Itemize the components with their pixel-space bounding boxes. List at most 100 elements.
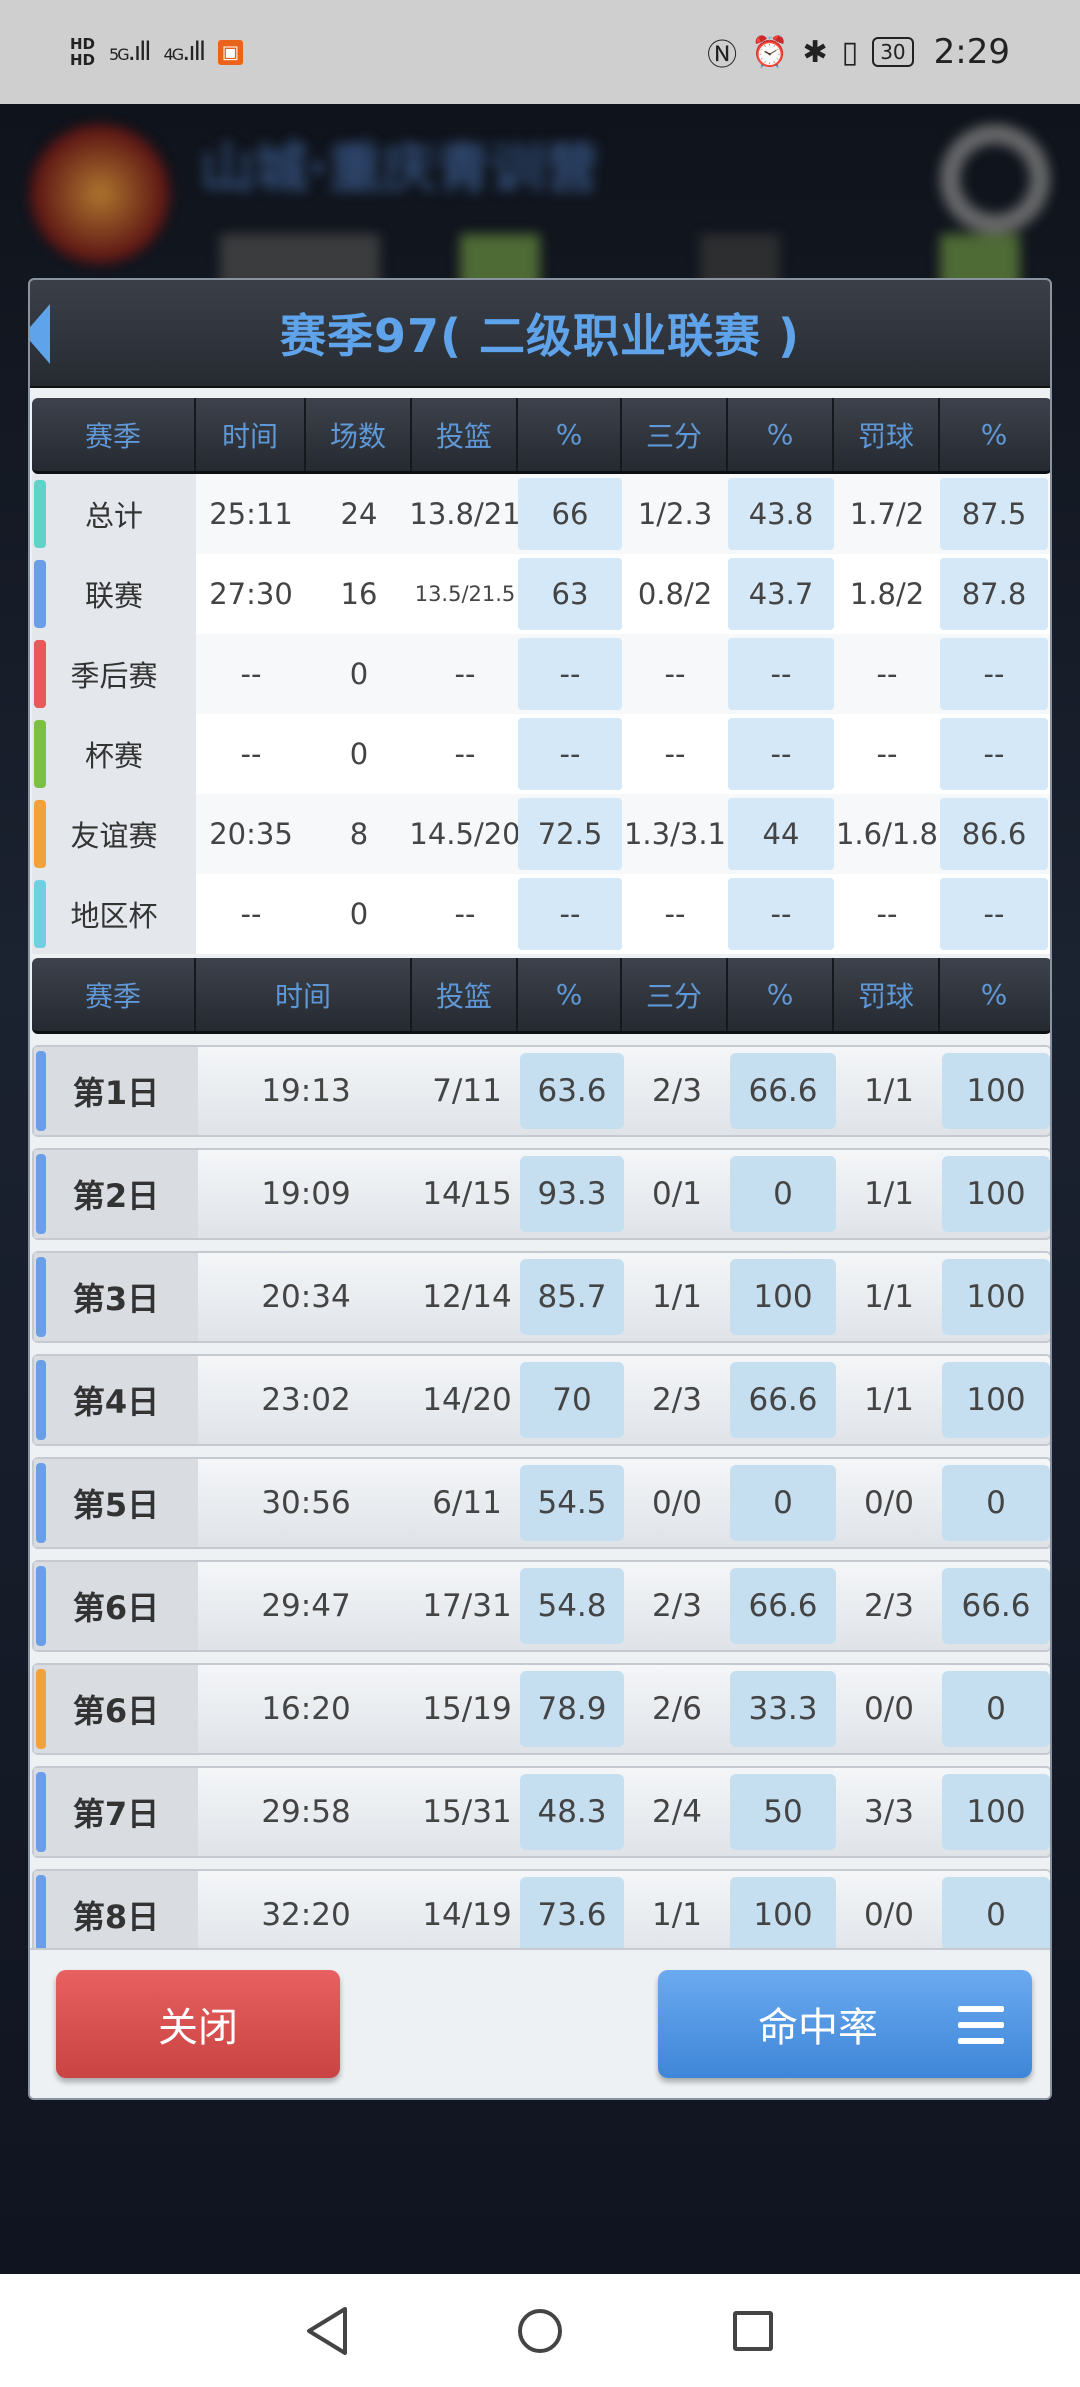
day-label: 第5日 [34, 1459, 198, 1547]
cell-three: 1.3/3.1 [623, 817, 726, 851]
cell-three: 0/0 [652, 1485, 702, 1521]
cell-fg: -- [454, 737, 476, 771]
cell-ft-pct: -- [940, 718, 1048, 790]
cell-ft-pct: -- [940, 638, 1048, 710]
daily-row[interactable]: 第6日 16:20 15/19 78.9 2/6 33.3 0/0 0 [32, 1663, 1050, 1755]
category-stripe [36, 1257, 46, 1337]
header-season: 赛季 [32, 958, 196, 1031]
cell-three-pct: 33.3 [730, 1671, 836, 1747]
cell-games: 0 [349, 657, 369, 691]
cell-fg: 14/20 [422, 1382, 512, 1418]
category-stripe [36, 1669, 46, 1749]
header-fg: 投篮 [412, 398, 518, 471]
row-label-text: 总计 [84, 499, 143, 533]
cell-ft-pct: 87.5 [940, 478, 1048, 550]
category-stripe [34, 800, 46, 868]
category-stripe [34, 480, 46, 548]
cell-time: 20:35 [209, 817, 293, 851]
cell-ft-pct: 87.8 [940, 558, 1048, 630]
header-season: 赛季 [32, 398, 196, 471]
row-label-text: 杯赛 [84, 739, 143, 773]
row-label-text: 友谊赛 [70, 819, 158, 853]
cell-ft: 0/0 [864, 1897, 914, 1933]
back-arrow-icon[interactable] [30, 304, 50, 364]
battery-icon: 30 [872, 37, 914, 67]
cell-three-pct: 0 [730, 1156, 836, 1232]
cell-fg-pct: 78.9 [520, 1671, 624, 1747]
row-label: 季后赛 [32, 634, 196, 714]
category-stripe [34, 880, 46, 948]
header-ft: 罚球 [834, 398, 940, 471]
summary-row: 季后赛 -- 0 -- -- -- -- -- -- [32, 634, 1050, 714]
row-label: 联赛 [32, 554, 196, 634]
cell-three: 2/4 [652, 1794, 702, 1830]
cell-three-pct: 43.8 [728, 478, 834, 550]
status-left: HD HD 5G.ıll 4G.ıll ▣ [70, 35, 244, 69]
nav-back-button[interactable] [297, 2301, 357, 2361]
summary-row: 地区杯 -- 0 -- -- -- -- -- -- [32, 874, 1050, 954]
daily-row[interactable]: 第1日 19:13 7/11 63.6 2/3 66.6 1/1 100 [32, 1045, 1050, 1137]
row-label-text: 联赛 [84, 579, 143, 613]
cell-fg: 13.8/21 [409, 497, 521, 531]
hit-rate-button[interactable]: 命中率 [658, 1970, 1032, 2078]
category-stripe [36, 1154, 46, 1234]
daily-row[interactable]: 第6日 29:47 17/31 54.8 2/3 66.6 2/3 66.6 [32, 1560, 1050, 1652]
day-label: 第8日 [34, 1871, 198, 1952]
cell-time: 30:56 [261, 1485, 351, 1521]
daily-row[interactable]: 第3日 20:34 12/14 85.7 1/1 100 1/1 100 [32, 1251, 1050, 1343]
recent-square-icon [733, 2310, 774, 2351]
header-three: 三分 [622, 958, 728, 1031]
daily-row[interactable]: 第8日 32:20 14/19 73.6 1/1 100 0/0 0 [32, 1869, 1050, 1952]
cell-fg: 15/31 [422, 1794, 512, 1830]
summary-row: 总计 25:11 24 13.8/21 66 1/2.3 43.8 1.7/2 87.5 [32, 474, 1050, 554]
signal-4g-icon: 4G.ıll [163, 37, 206, 67]
cell-three: 1/2.3 [637, 497, 713, 531]
cell-fg-pct: 66 [518, 478, 622, 550]
cell-games: 8 [349, 817, 369, 851]
cell-ft: 2/3 [864, 1588, 914, 1624]
cell-ft: 1/1 [864, 1073, 914, 1109]
cell-fg-pct: 63 [518, 558, 622, 630]
daily-row[interactable]: 第7日 29:58 15/31 48.3 2/4 50 3/3 100 [32, 1766, 1050, 1858]
cell-fg-pct: -- [518, 878, 622, 950]
header-three: 三分 [622, 398, 728, 471]
cell-time: 20:34 [261, 1279, 351, 1315]
row-label-text: 地区杯 [70, 899, 158, 933]
nav-home-button[interactable] [510, 2301, 570, 2361]
cell-three-pct: 100 [730, 1877, 836, 1952]
cell-time: 23:02 [261, 1382, 351, 1418]
daily-row[interactable]: 第2日 19:09 14/15 93.3 0/1 0 1/1 100 [32, 1148, 1050, 1240]
row-label-text: 季后赛 [70, 659, 158, 693]
hd-label-1: HD [70, 35, 96, 53]
cell-three: -- [664, 737, 686, 771]
category-stripe [34, 560, 46, 628]
nav-recent-button[interactable] [723, 2301, 783, 2361]
daily-row[interactable]: 第4日 23:02 14/20 70 2/3 66.6 1/1 100 [32, 1354, 1050, 1446]
cell-ft-pct: -- [940, 878, 1048, 950]
team-logo-icon [30, 124, 170, 264]
close-button[interactable]: 关闭 [56, 1970, 340, 2078]
signal-5g-icon: 5G.ıll [109, 37, 151, 67]
cell-three: 0.8/2 [637, 577, 713, 611]
cell-three-pct: 44 [728, 798, 834, 870]
cell-games: 0 [349, 897, 369, 931]
category-stripe [36, 1360, 46, 1440]
category-stripe [36, 1772, 46, 1852]
team-title: 山城·重庆青训营 [200, 137, 599, 200]
stats-scroll-area[interactable]: 赛季 时间 场数 投篮 % 三分 % 罚球 % 总计 25:11 24 13.8/21… [30, 388, 1050, 1952]
cell-time: -- [240, 737, 262, 771]
cell-fg: 15/19 [422, 1691, 512, 1727]
header-ft-pct: % [980, 978, 1008, 1011]
daily-row[interactable]: 第5日 30:56 6/11 54.5 0/0 0 0/0 0 [32, 1457, 1050, 1549]
summary-table-body: 总计 25:11 24 13.8/21 66 1/2.3 43.8 1.7/2 87.5 联赛 27… [30, 474, 1050, 954]
cell-fg-pct: -- [518, 638, 622, 710]
cell-time: -- [240, 897, 262, 931]
cell-three-pct: 100 [730, 1259, 836, 1335]
back-triangle-icon [306, 2306, 347, 2355]
cell-games: 0 [349, 737, 369, 771]
summary-row: 杯赛 -- 0 -- -- -- -- -- -- [32, 714, 1050, 794]
hd-label-2: HD [70, 51, 96, 69]
dialog-title: 赛季97( 二级职业联赛 ) [279, 309, 801, 363]
cell-ft: -- [876, 737, 898, 771]
cell-fg: 14.5/20 [409, 817, 521, 851]
